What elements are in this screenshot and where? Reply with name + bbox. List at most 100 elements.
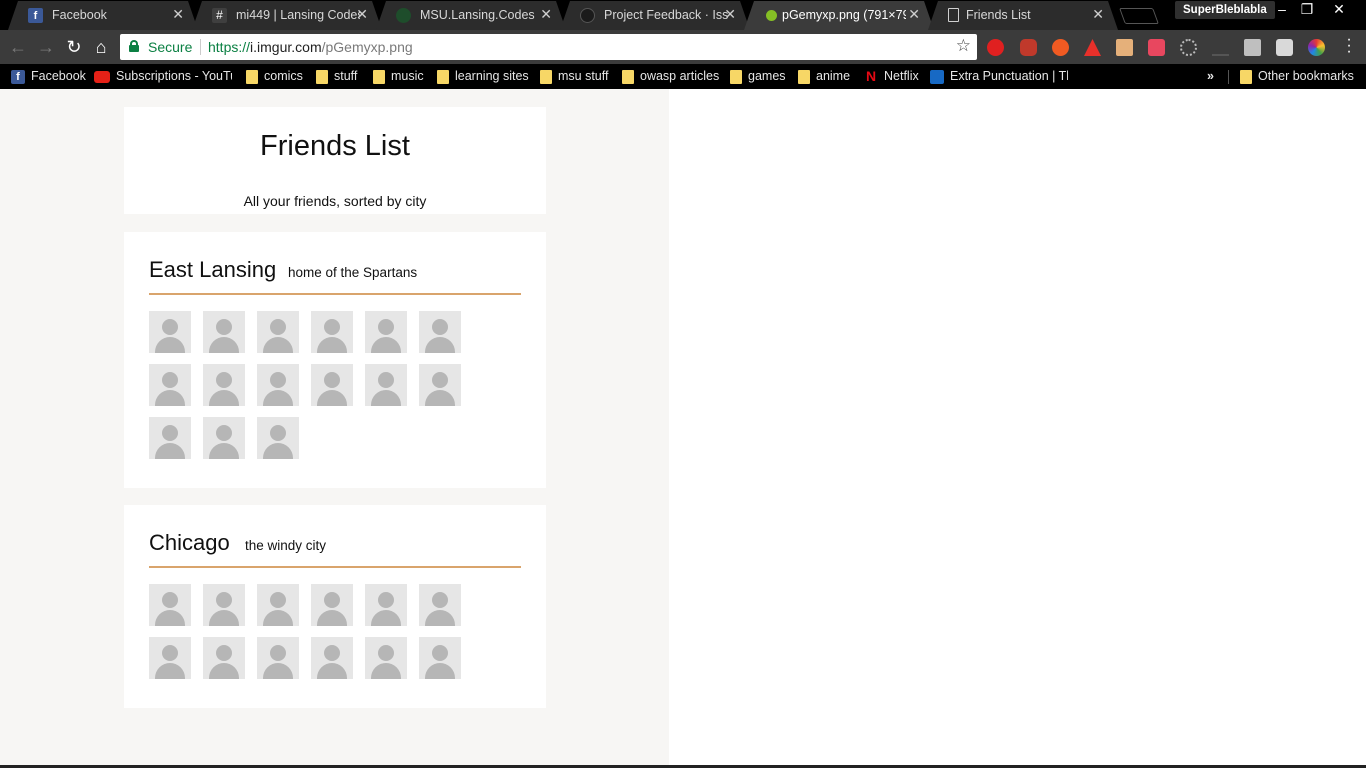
bookmark-facebook[interactable]: f Facebook — [11, 68, 86, 85]
close-icon[interactable]: ✕ — [1092, 6, 1104, 23]
friend-avatar-icon[interactable] — [257, 637, 299, 679]
folder-icon — [798, 69, 810, 84]
bookmark-folder-comics[interactable]: comics — [246, 68, 303, 85]
face-extension-icon[interactable] — [1116, 39, 1133, 56]
forward-arrow-icon[interactable]: → — [35, 36, 57, 58]
friend-avatar-icon[interactable] — [365, 364, 407, 406]
friend-avatar-icon[interactable] — [257, 584, 299, 626]
friend-avatar-icon[interactable] — [203, 364, 245, 406]
friend-avatar-icon[interactable] — [257, 417, 299, 459]
tab-msu-lansing-codes[interactable]: MSU.Lansing.Codes ✕ — [376, 1, 566, 30]
restore-icon[interactable]: ❐ — [1294, 0, 1320, 20]
folder-icon — [316, 69, 328, 84]
friend-avatar-icon[interactable] — [149, 637, 191, 679]
facebook-icon: f — [28, 8, 43, 23]
url-host: i.imgur.com — [250, 39, 322, 55]
friend-avatar-icon[interactable] — [257, 311, 299, 353]
reload-icon[interactable]: ↻ — [63, 36, 85, 58]
friend-avatar-icon[interactable] — [203, 637, 245, 679]
close-icon[interactable]: ✕ — [540, 6, 552, 23]
bookmark-folder-owasp-articles[interactable]: owasp articles — [622, 68, 719, 85]
friend-avatar-icon[interactable] — [203, 584, 245, 626]
friend-avatar-icon[interactable] — [311, 637, 353, 679]
bookmark-other-bookmarks[interactable]: Other bookmarks — [1240, 68, 1354, 85]
bookmark-label: owasp articles — [640, 69, 720, 83]
alert-extension-icon[interactable] — [1052, 39, 1069, 56]
address-bar[interactable]: Secure https://i.imgur.com/pGemyxp.png ☆ — [120, 34, 977, 60]
close-icon[interactable]: ✕ — [908, 6, 920, 23]
friends-list-screenshot: Friends List All your friends, sorted by… — [0, 89, 669, 768]
friend-avatar-icon[interactable] — [365, 584, 407, 626]
ublock-extension-icon[interactable] — [987, 39, 1004, 56]
home-icon[interactable]: ⌂ — [90, 36, 112, 58]
friend-avatar-icon[interactable] — [149, 417, 191, 459]
folder-icon — [622, 69, 634, 84]
city-name: Chicago — [149, 530, 230, 555]
bookmark-label: anime — [816, 69, 851, 83]
puzzle-extension-icon[interactable] — [1244, 39, 1261, 56]
url-path: /pGemyxp.png — [321, 39, 413, 55]
bookmark-folder-stuff[interactable]: stuff — [316, 68, 357, 85]
bookmark-netflix[interactable]: N Netflix — [866, 68, 919, 85]
friend-avatar-icon[interactable] — [419, 311, 461, 353]
netflix-icon: N — [866, 68, 877, 85]
friend-avatar-icon[interactable] — [149, 364, 191, 406]
friend-avatar-icon[interactable] — [419, 584, 461, 626]
back-arrow-icon[interactable]: ← — [7, 36, 29, 58]
folder-icon — [730, 69, 742, 84]
friend-avatar-icon[interactable] — [311, 364, 353, 406]
tab-facebook[interactable]: f Facebook ✕ — [8, 1, 198, 30]
bookmark-extra-punctuation[interactable]: Extra Punctuation | Th — [930, 68, 1068, 85]
bookmark-folder-msu-stuff[interactable]: msu stuff — [540, 68, 608, 85]
bookmark-folder-anime[interactable]: anime — [798, 68, 850, 85]
close-icon[interactable]: ✕ — [172, 6, 184, 23]
spinner-extension-icon[interactable] — [1180, 39, 1197, 56]
tab-project-feedback[interactable]: Project Feedback · Issues ✕ — [560, 1, 750, 30]
bookmark-label: learning sites — [455, 69, 529, 83]
cart-extension-icon[interactable] — [1212, 39, 1229, 56]
tab-imgur-image[interactable]: pGemyxp.png (791×798) ✕ — [744, 1, 934, 30]
square-extension-icon[interactable] — [1276, 39, 1293, 56]
chrome-menu-icon[interactable]: · · · — [1344, 32, 1354, 60]
tab-slack[interactable]: # mi449 | Lansing Codes Slack ✕ — [192, 1, 382, 30]
minimize-icon[interactable]: – — [1269, 0, 1295, 20]
bookmark-folder-learning-sites[interactable]: learning sites — [437, 68, 529, 85]
tab-title: Friends List — [966, 8, 1031, 22]
close-icon[interactable]: ✕ — [724, 6, 736, 23]
triangle-extension-icon[interactable] — [1084, 39, 1101, 56]
city-card-chicago: Chicago the windy city — [124, 505, 546, 708]
escapist-icon — [930, 69, 944, 84]
friend-avatar-icon[interactable] — [419, 364, 461, 406]
facebook-icon: f — [11, 69, 25, 84]
friend-avatar-icon[interactable] — [311, 584, 353, 626]
url-scheme: https:// — [208, 39, 251, 55]
bug-extension-icon[interactable] — [1020, 39, 1037, 56]
friend-avatar-icon[interactable] — [149, 311, 191, 353]
friend-avatar-icon[interactable] — [149, 584, 191, 626]
tab-title: Facebook — [52, 8, 107, 22]
page-icon — [396, 8, 411, 23]
bookmark-label: comics — [264, 69, 303, 83]
bookmark-folder-music[interactable]: music — [373, 68, 424, 85]
close-icon[interactable]: ✕ — [356, 6, 368, 23]
city-card-east-lansing: East Lansing home of the Spartans — [124, 232, 546, 488]
friend-avatar-icon[interactable] — [203, 417, 245, 459]
url-text[interactable]: https://i.imgur.com/pGemyxp.png — [208, 39, 413, 55]
color-wheel-extension-icon[interactable] — [1308, 39, 1325, 56]
friend-avatar-icon[interactable] — [365, 311, 407, 353]
mail-extension-icon[interactable] — [1148, 39, 1165, 56]
bookmark-star-icon[interactable]: ☆ — [956, 36, 971, 56]
bookmark-folder-games[interactable]: games — [730, 68, 786, 85]
more-bookmarks-chevron-icon[interactable]: » — [1207, 68, 1214, 85]
tab-friends-list[interactable]: Friends List ✕ — [928, 1, 1118, 30]
friend-avatar-icon[interactable] — [311, 311, 353, 353]
profile-button[interactable]: SuperBleblabla — [1175, 1, 1275, 19]
new-tab-button[interactable] — [1119, 8, 1159, 24]
window-close-icon[interactable]: ✕ — [1326, 0, 1352, 20]
friend-avatar-icon[interactable] — [419, 637, 461, 679]
friend-avatar-icon[interactable] — [203, 311, 245, 353]
bookmarks-divider — [1228, 70, 1229, 84]
friend-avatar-icon[interactable] — [257, 364, 299, 406]
bookmark-youtube-subscriptions[interactable]: Subscriptions - YouTu — [94, 68, 232, 85]
friend-avatar-icon[interactable] — [365, 637, 407, 679]
